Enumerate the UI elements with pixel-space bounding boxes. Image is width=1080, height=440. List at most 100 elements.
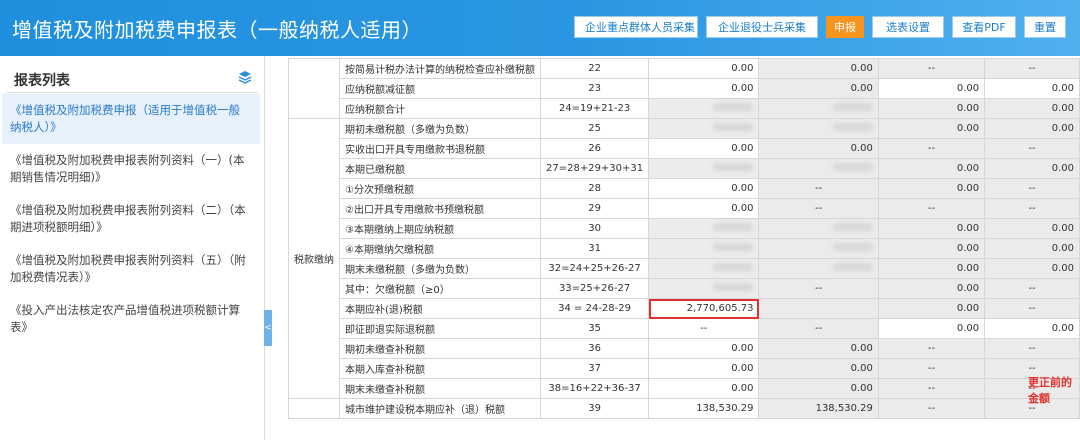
cell-d[interactable]: 0.00 [984,318,1080,339]
cell-a[interactable]: 0.00 [648,58,760,79]
cell-c[interactable]: 0.00 [877,218,986,239]
cell-c[interactable]: 0.00 [877,98,986,119]
cell-no: 26 [539,138,650,159]
cell-a[interactable] [648,258,760,279]
cell-c[interactable]: -- [877,398,986,419]
cell-d[interactable]: 0.00 [984,258,1080,279]
cell-b[interactable]: 0.00 [758,378,879,399]
cell-c[interactable]: 0.00 [877,298,986,319]
cell-c[interactable]: 0.00 [877,118,986,139]
redacted-value [713,243,754,251]
cell-b[interactable]: 0.00 [758,58,879,79]
cell-d[interactable]: -- [984,198,1080,219]
cell-b[interactable]: 0.00 [758,78,879,99]
cell-b[interactable]: 0.00 [758,358,879,379]
cell-a[interactable]: 0.00 [648,78,760,99]
reset-button[interactable]: 重置 [1024,16,1066,38]
cell-c[interactable]: -- [877,338,986,359]
cell-c[interactable]: -- [877,378,986,399]
sidebar-item-schedule-2[interactable]: 《增值税及附加税费申报表附列资料（二）（本期进项税额明细）》 [2,194,260,244]
cell-name: 本期已缴税额 [339,158,541,179]
cell-a[interactable]: 2,770,605.73 [648,298,760,319]
cell-no: 37 [539,358,650,379]
cell-b[interactable]: 0.00 [758,338,879,359]
cell-b[interactable] [758,238,879,259]
cell-b[interactable]: -- [758,198,879,219]
sidebar-item-main-return[interactable]: 《增值税及附加税费申报（适用于增值税一般纳税人）》 [2,94,260,144]
cell-d[interactable]: -- [984,278,1080,299]
sidebar-item-schedule-1[interactable]: 《增值税及附加税费申报表附列资料（一）(本期销售情况明细)》 [2,144,260,194]
cell-a[interactable]: 0.00 [648,378,760,399]
cell-name: ③本期缴纳上期应纳税额 [339,218,541,239]
cell-a[interactable] [648,238,760,259]
sidebar-item-agri-input-tax[interactable]: 《投入产出法核定农产品增值税进项税额计算表》 [2,294,260,344]
cell-b[interactable]: 0.00 [758,138,879,159]
cell-c[interactable]: 0.00 [877,238,986,259]
cell-b[interactable]: -- [758,278,879,299]
cell-d[interactable]: 0.00 [984,98,1080,119]
cell-c[interactable]: 0.00 [877,278,986,299]
cell-d[interactable]: 0.00 [984,158,1080,179]
cell-a[interactable]: 0.00 [648,198,760,219]
collapse-sidebar-toggle[interactable]: < [264,310,272,346]
cell-a[interactable]: 138,530.29 [648,398,760,419]
cell-c[interactable]: -- [877,358,986,379]
redacted-value [832,103,873,111]
table-row: 城市维护建设税本期应补（退）税额 39 138,530.29 138,530.29 --… [288,398,1080,419]
table-row: 应纳税额合计 24=19+21-23 0.00 0.00 [289,98,1080,119]
cell-a[interactable] [648,118,760,139]
cell-c[interactable]: -- [877,58,986,79]
cell-no: 24=19+21-23 [539,98,650,119]
cell-c[interactable]: 0.00 [877,78,986,99]
cell-d[interactable]: -- [984,338,1080,359]
cell-b[interactable] [758,258,879,279]
sidebar-item-schedule-5[interactable]: 《增值税及附加税费申报表附列资料（五）（附加税费情况表）》 [2,244,260,294]
cell-d[interactable]: 0.00 [984,78,1080,99]
cell-d[interactable]: 0.00 [984,218,1080,239]
cell-a[interactable]: 0.00 [648,338,760,359]
cell-b[interactable] [758,298,879,319]
cell-d[interactable]: -- [984,58,1080,79]
cell-b[interactable]: 138,530.29 [758,398,879,419]
cell-b[interactable] [758,98,879,119]
cell-c[interactable]: 0.00 [877,158,986,179]
cell-a[interactable]: 0.00 [648,138,760,159]
cell-d[interactable]: -- [984,178,1080,199]
cell-name: 实收出口开具专用缴款书退税额 [339,138,541,159]
view-pdf-button[interactable]: 查看PDF [952,16,1016,38]
cell-a[interactable] [648,218,760,239]
redacted-value [832,123,873,131]
cell-c[interactable]: 0.00 [877,318,986,339]
cell-c[interactable]: -- [877,138,986,159]
cell-a[interactable] [648,98,760,119]
cell-b[interactable]: -- [758,318,879,339]
select-table-settings-button[interactable]: 选表设置 [872,16,944,38]
page-title: 增值税及附加税费申报表（一般纳税人适用） [12,18,422,42]
declare-button[interactable]: 申报 [826,16,864,38]
cell-b[interactable] [758,118,879,139]
cell-c[interactable]: 0.00 [877,258,986,279]
cell-c[interactable]: 0.00 [877,178,986,199]
cell-a[interactable]: -- [648,318,760,339]
cell-d[interactable]: 0.00 [984,118,1080,139]
cell-d[interactable]: -- [984,298,1080,319]
cell-a[interactable] [648,278,760,299]
cell-b[interactable] [758,158,879,179]
section-label-tax-payment: 税款缴纳 [288,118,340,399]
key-group-collect-button[interactable]: 企业重点群体人员采集 [574,16,698,38]
layers-icon[interactable] [238,70,252,84]
cell-a[interactable]: 0.00 [648,358,760,379]
cell-c[interactable]: -- [877,198,986,219]
redacted-value [713,103,754,111]
cell-a[interactable]: 0.00 [648,178,760,199]
veteran-collect-button[interactable]: 企业退役士兵采集 [706,16,818,38]
table-row: ③本期缴纳上期应纳税额 30 0.00 0.00 [289,218,1080,239]
cell-name: 本期应补(退)税额 [339,298,541,319]
cell-b[interactable]: -- [758,178,879,199]
cell-a[interactable] [648,158,760,179]
sidebar-header: 报表列表 [6,64,258,93]
cell-d[interactable]: 0.00 [984,238,1080,259]
cell-d[interactable]: -- [984,138,1080,159]
cell-b[interactable] [758,218,879,239]
table-row: 期末未缴查补税额 38=16+22+36-37 0.00 0.00 -- -- [289,378,1080,399]
